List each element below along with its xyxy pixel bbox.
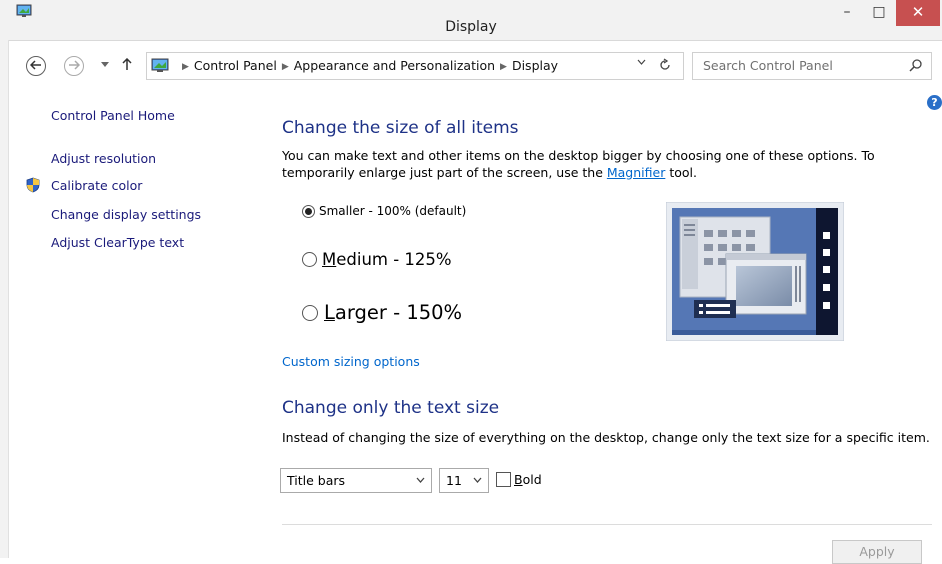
refresh-button[interactable] [659,55,671,73]
size-desc-text-1: You can make text and other items on the… [282,148,875,180]
magnifier-link[interactable]: Magnifier [607,165,665,180]
nav-change-display-settings[interactable]: Change display settings [51,207,201,222]
address-path-box[interactable]: ▶ Control Panel ▶ Appearance and Personaliz… [146,52,684,80]
close-button[interactable]: ✕ [896,0,940,26]
nav-calibrate-color[interactable]: Calibrate color [51,178,142,193]
address-bar: ▶ Control Panel ▶ Appearance and Personaliz… [0,50,942,84]
chevron-down-icon [101,62,109,67]
chevron-down-icon [473,469,482,492]
breadcrumb-display[interactable]: Display [512,58,558,73]
forward-button[interactable] [64,56,84,76]
breadcrumb: ▶ Control Panel ▶ Appearance and Personaliz… [177,58,558,73]
control-panel-icon [151,58,169,72]
display-app-icon [16,4,32,17]
breadcrumb-separator-icon[interactable]: ▶ [282,62,289,72]
bold-checkbox[interactable] [496,472,511,487]
search-placeholder: Search Control Panel [703,58,833,73]
option-larger-label: Larger - 150% [324,301,463,324]
chevron-down-icon [416,469,425,492]
bold-label[interactable]: Bold [514,472,542,487]
minimize-button[interactable]: – [834,0,860,26]
nav-control-panel-home[interactable]: Control Panel Home [51,108,175,123]
refresh-icon [660,58,670,70]
option-smaller[interactable]: Smaller - 100% (default) [302,204,466,218]
window-title: Display [445,19,497,35]
radio-medium[interactable] [302,252,317,267]
recent-locations-button[interactable] [94,55,116,77]
size-heading: Change the size of all items [282,118,519,138]
font-size-value: 11 [446,473,462,488]
option-smaller-label: Smaller - 100% (default) [319,204,467,218]
window-frame-left [0,40,9,558]
title-bar: Display – □ ✕ [0,0,942,41]
uac-shield-icon [26,177,40,193]
up-button[interactable] [116,55,138,77]
address-history-dropdown[interactable] [637,57,646,68]
item-select-value: Title bars [287,473,346,488]
size-description: You can make text and other items on the… [282,147,912,181]
search-input[interactable]: Search Control Panel [692,52,932,80]
breadcrumb-appearance[interactable]: Appearance and Personalization [294,58,495,73]
option-medium[interactable]: Medium - 125% [302,250,452,269]
up-arrow-icon [122,57,132,70]
custom-sizing-link[interactable]: Custom sizing options [282,354,420,369]
radio-smaller[interactable] [302,204,315,218]
text-size-description: Instead of changing the size of everythi… [282,430,930,445]
font-size-select[interactable]: 11 [439,468,489,493]
apply-button[interactable]: Apply [832,540,922,564]
maximize-button[interactable]: □ [866,0,892,26]
nav-adjust-cleartype[interactable]: Adjust ClearType text [51,235,184,250]
display-preview-image [666,202,844,341]
option-medium-label: Medium - 125% [322,250,452,269]
breadcrumb-separator-icon: ▶ [182,62,189,72]
item-select[interactable]: Title bars [280,468,432,493]
nav-adjust-resolution[interactable]: Adjust resolution [51,151,156,166]
text-size-heading: Change only the text size [282,398,500,418]
forward-arrow-icon [69,60,81,70]
help-icon[interactable]: ? [927,95,942,110]
chevron-down-icon [637,59,646,65]
radio-larger[interactable] [302,304,318,321]
divider [282,524,932,525]
size-desc-text-2: tool. [665,165,697,180]
option-larger[interactable]: Larger - 150% [302,301,462,324]
breadcrumb-separator-icon[interactable]: ▶ [500,62,507,72]
breadcrumb-control-panel[interactable]: Control Panel [194,58,277,73]
back-arrow-icon [29,60,41,70]
back-button[interactable] [26,56,46,76]
search-icon[interactable] [909,58,923,72]
